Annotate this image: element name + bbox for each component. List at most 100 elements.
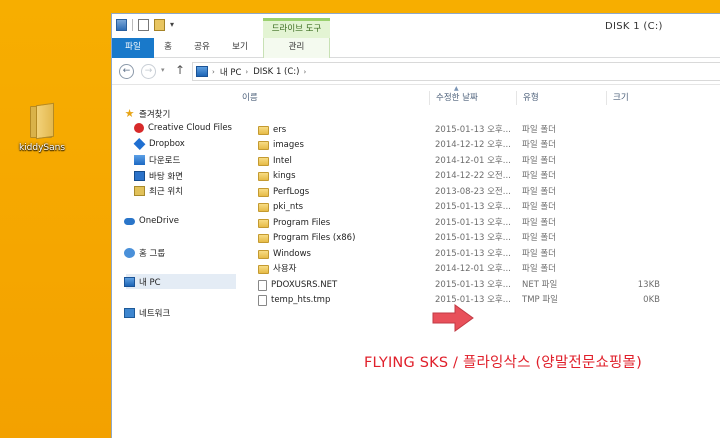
file-type: 파일 폴더: [522, 140, 556, 151]
promo-caption: FLYING SKS / 플라잉삭스 (양말전문쇼핑몰): [364, 355, 642, 371]
file-name: images: [273, 140, 304, 151]
file-date: 2014-12-01 오후...: [435, 264, 511, 275]
file-list: ▲ 이름 수정한 날짜 유형 크기 ers 2015-01-13 오후... 파일 …: [236, 85, 720, 438]
properties-icon[interactable]: [138, 19, 149, 31]
recent-locations-dropdown-icon[interactable]: ▾: [161, 66, 165, 74]
file-size: 0KB: [643, 294, 660, 305]
tab-file[interactable]: 파일: [112, 38, 154, 58]
nav-favorites[interactable]: ★ 즐겨찾기: [124, 107, 171, 120]
desktop-folder-icon[interactable]: kiddySans: [14, 102, 70, 153]
folder-icon: [28, 102, 56, 140]
forward-arrow-icon[interactable]: →: [141, 64, 156, 79]
file-row[interactable]: Intel 2014-12-01 오후... 파일 폴더: [236, 154, 696, 169]
toolbar-divider: [132, 19, 133, 31]
file-type: 파일 폴더: [522, 202, 556, 213]
file-row[interactable]: kings 2014-12-22 오전... 파일 폴더: [236, 169, 696, 184]
column-header-type[interactable]: 유형: [516, 91, 606, 105]
folder-icon: [258, 187, 269, 197]
window-title: DISK 1 (C:): [605, 21, 663, 32]
file-type: 파일 폴더: [522, 233, 556, 244]
folder-icon: [258, 203, 269, 213]
tab-view[interactable]: 보기: [226, 38, 254, 58]
nav-item-label: Creative Cloud Files: [148, 123, 232, 133]
homegroup-icon: [124, 248, 135, 258]
file-name: Windows: [273, 248, 311, 259]
file-row[interactable]: PerfLogs 2013-08-23 오전... 파일 폴더: [236, 185, 696, 200]
nav-onedrive[interactable]: OneDrive: [124, 216, 179, 226]
file-name: kings: [273, 171, 296, 182]
file-size: 13KB: [637, 279, 660, 290]
file-type: 파일 폴더: [522, 248, 556, 259]
file-row[interactable]: Program Files 2015-01-13 오후... 파일 폴더: [236, 216, 696, 231]
tab-manage[interactable]: 관리: [263, 38, 330, 58]
folder-icon: [258, 156, 269, 166]
download-icon: [134, 155, 145, 165]
breadcrumb-this-pc[interactable]: 내 PC: [220, 66, 242, 78]
nav-downloads[interactable]: 다운로드: [134, 154, 180, 166]
context-tab-group-label: 드라이브 도구: [263, 18, 330, 38]
file-row[interactable]: ers 2015-01-13 오후... 파일 폴더: [236, 123, 696, 138]
file-date: 2015-01-13 오후...: [435, 233, 511, 244]
creative-cloud-icon: [134, 123, 144, 133]
file-name: 사용자: [273, 264, 297, 275]
back-arrow-icon[interactable]: ←: [119, 64, 134, 79]
nav-creative-cloud[interactable]: Creative Cloud Files: [134, 123, 232, 133]
new-folder-icon[interactable]: [154, 19, 165, 31]
file-row[interactable]: Program Files (x86) 2015-01-13 오후... 파일 폴더: [236, 231, 696, 246]
chevron-right-icon[interactable]: ›: [212, 68, 215, 76]
tab-share[interactable]: 공유: [188, 38, 216, 58]
desktop-icon: [134, 171, 145, 181]
breadcrumb-disk[interactable]: DISK 1 (C:): [253, 67, 299, 77]
nav-item-label: 다운로드: [149, 156, 181, 166]
cloud-icon: [124, 217, 135, 225]
file-type: 파일 폴더: [522, 264, 556, 275]
nav-dropbox[interactable]: Dropbox: [133, 138, 185, 150]
dropbox-icon: [133, 138, 146, 150]
this-pc-icon: [196, 66, 208, 77]
address-bar[interactable]: › 내 PC › DISK 1 (C:) ›: [192, 62, 720, 81]
pointer-arrow-annotation: [432, 304, 474, 332]
file-row[interactable]: Windows 2015-01-13 오후... 파일 폴더: [236, 247, 696, 262]
customize-dropdown-icon[interactable]: ▾: [170, 19, 177, 31]
file-date: 2013-08-23 오전...: [435, 186, 511, 197]
file-icon: [258, 279, 267, 291]
chevron-right-icon[interactable]: ›: [245, 68, 248, 76]
desktop-icon-label: kiddySans: [18, 143, 66, 153]
file-date: 2014-12-01 오후...: [435, 155, 511, 166]
file-name-cell: Program Files: [258, 216, 428, 231]
network-icon: [124, 308, 135, 318]
up-arrow-icon[interactable]: ↑: [175, 63, 185, 77]
file-icon: [258, 294, 267, 306]
column-header-size[interactable]: 크기: [606, 91, 696, 105]
file-row[interactable]: images 2014-12-12 오후... 파일 폴더: [236, 138, 696, 153]
file-name-cell: Program Files (x86): [258, 231, 428, 246]
file-type: NET 파일: [522, 279, 558, 290]
column-header-date[interactable]: 수정한 날짜: [429, 91, 516, 105]
tab-home[interactable]: 홈: [156, 38, 180, 58]
file-date: 2014-12-12 오후...: [435, 140, 511, 151]
star-icon: ★: [124, 107, 135, 120]
file-name-cell: PerfLogs: [258, 185, 428, 200]
this-pc-icon: [124, 277, 135, 287]
file-date: 2015-01-13 오후...: [435, 202, 511, 213]
nav-item-label: 최근 위치: [149, 187, 183, 197]
folder-properties-icon[interactable]: [116, 19, 127, 31]
file-row[interactable]: pki_nts 2015-01-13 오후... 파일 폴더: [236, 200, 696, 215]
nav-recent-places[interactable]: 최근 위치: [134, 185, 183, 197]
nav-item-label: 내 PC: [139, 278, 161, 288]
nav-this-pc[interactable]: 내 PC: [124, 276, 161, 288]
nav-network[interactable]: 네트워크: [124, 307, 170, 319]
nav-homegroup[interactable]: 홈 그룹: [124, 247, 165, 259]
explorer-window: ▾ 드라이브 도구 DISK 1 (C:) 파일 홈 공유 보기 관리 ← → …: [111, 13, 720, 438]
folder-icon: [258, 265, 269, 275]
column-header-name[interactable]: 이름: [236, 91, 429, 105]
file-name-cell: temp_hts.tmp: [258, 293, 428, 308]
nav-desktop[interactable]: 바탕 화면: [134, 170, 183, 182]
file-row[interactable]: PDOXUSRS.NET 2015-01-13 오후... NET 파일 13KB: [236, 278, 696, 293]
file-row[interactable]: 사용자 2014-12-01 오후... 파일 폴더: [236, 262, 696, 277]
file-name-cell: PDOXUSRS.NET: [258, 278, 428, 293]
chevron-right-icon[interactable]: ›: [303, 68, 306, 76]
file-date: 2015-01-13 오후...: [435, 125, 511, 135]
navigation-bar: ← → ▾ ↑ › 내 PC › DISK 1 (C:) ›: [112, 59, 720, 85]
title-bar: ▾ 드라이브 도구 DISK 1 (C:): [112, 14, 720, 38]
